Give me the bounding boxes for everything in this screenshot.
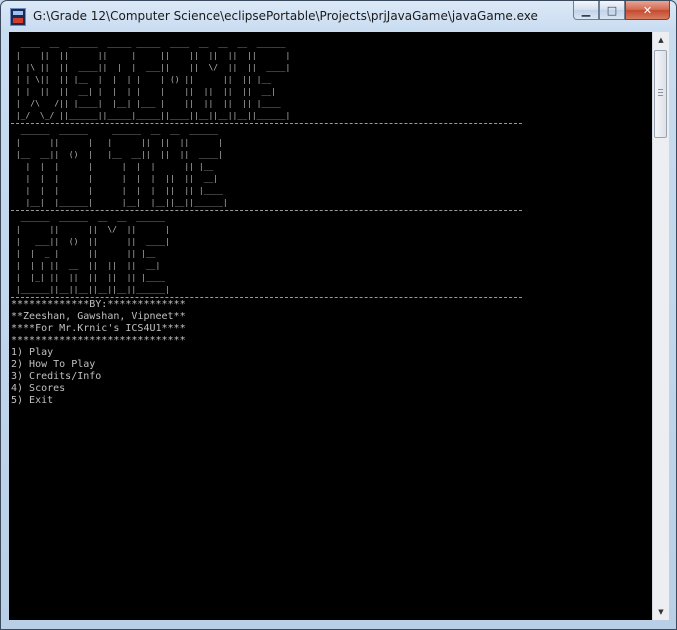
welcome-banner-art: ____ __ ______ _____ _____ ____ __ __ __… (15, 39, 291, 120)
scroll-down-arrow-icon[interactable]: ▼ (653, 604, 669, 620)
window-title: G:\Grade 12\Computer Science\eclipsePort… (33, 9, 538, 23)
window-controls: ▁ □ ✕ (573, 1, 670, 21)
window-bottom-border (9, 620, 669, 629)
banner-divider (11, 297, 522, 298)
scrollbar-thumb[interactable] (654, 50, 667, 138)
grip-icon (658, 89, 663, 97)
console-text: ____ __ ______ _____ _____ ____ __ __ __… (11, 38, 522, 407)
menu-option-how-to-play: 2) How To Play (11, 359, 96, 370)
close-button[interactable]: ✕ (625, 1, 670, 20)
menu-option-play: 1) Play (11, 347, 54, 358)
menu-option-scores: 4) Scores (11, 383, 66, 394)
console-output[interactable]: ____ __ ______ _____ _____ ____ __ __ __… (9, 32, 652, 620)
to-the-banner-art: ______ ______ ______ __ __ ______ | || |… (15, 126, 228, 207)
menu-option-credits: 3) Credits/Info (11, 371, 102, 382)
menu-option-exit: 5) Exit (11, 395, 54, 406)
scroll-up-arrow-icon[interactable]: ▲ (653, 32, 669, 48)
console-window: G:\Grade 12\Computer Science\eclipsePort… (0, 0, 677, 630)
game-banner-art: ______ ______ __ __ ______ | || || \/ ||… (15, 213, 170, 294)
console-app-icon[interactable] (10, 8, 26, 26)
credits-line-2: **Zeeshan, Gawshan, Vipneet** (11, 311, 186, 322)
maximize-button[interactable]: □ (599, 1, 625, 20)
title-bar[interactable]: G:\Grade 12\Computer Science\eclipsePort… (1, 1, 676, 32)
credits-line-1: *************BY:************* (11, 299, 186, 310)
credits-line-4: ***************************** (11, 335, 186, 346)
vertical-scrollbar[interactable]: ▲ ▼ (652, 32, 669, 620)
credits-line-3: ****For Mr.Krnic's ICS4U1**** (11, 323, 186, 334)
banner-divider (11, 123, 522, 124)
minimize-button[interactable]: ▁ (573, 1, 599, 20)
banner-divider (11, 210, 522, 211)
